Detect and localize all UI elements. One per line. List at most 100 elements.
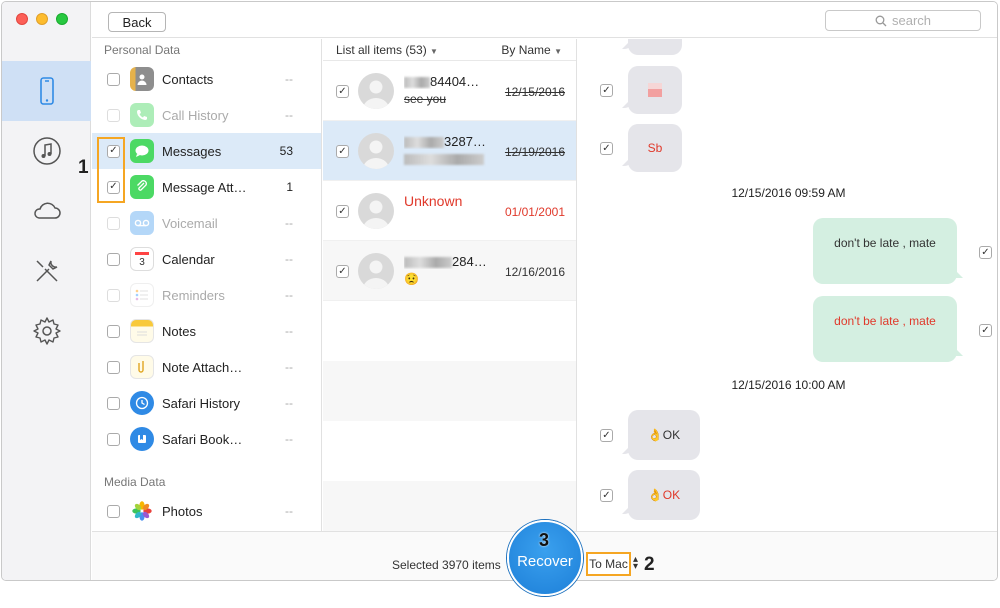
category-contacts[interactable]: Contacts -- bbox=[92, 61, 321, 97]
rail-device[interactable] bbox=[2, 61, 91, 121]
message-bubble: 👌OK bbox=[628, 470, 700, 520]
thread-title: 284… bbox=[404, 254, 499, 269]
category-count: -- bbox=[285, 216, 293, 230]
app-window: Back search Personal Data Contacts -- Ca… bbox=[1, 1, 998, 581]
thread-preview: see you bbox=[404, 92, 447, 106]
avatar bbox=[358, 73, 394, 109]
thread-title: 3287… bbox=[404, 134, 499, 149]
category-checkbox[interactable] bbox=[107, 216, 120, 230]
category-safari-history[interactable]: Safari History -- bbox=[92, 385, 321, 421]
category-count: 1 bbox=[286, 180, 293, 194]
message-bubble-outgoing: don't be late , mate bbox=[813, 296, 957, 362]
thread-checkbox[interactable]: ✓ bbox=[336, 145, 349, 158]
empty-row bbox=[323, 421, 576, 481]
message-checkbox[interactable]: ✓ bbox=[979, 246, 992, 259]
zoom-window-button[interactable] bbox=[56, 13, 68, 25]
category-label: Safari History bbox=[162, 395, 241, 411]
avatar bbox=[358, 193, 394, 229]
minimize-window-button[interactable] bbox=[36, 13, 48, 25]
category-checkbox[interactable] bbox=[107, 72, 120, 86]
callout-highlight-checkboxes bbox=[97, 137, 125, 203]
category-count: -- bbox=[285, 396, 293, 410]
message-bubble-attachment bbox=[628, 66, 682, 114]
calendar-icon: 3 bbox=[130, 247, 154, 271]
cloud-icon bbox=[33, 202, 61, 219]
category-count: -- bbox=[285, 324, 293, 338]
window-controls bbox=[16, 13, 68, 25]
message-timestamp: 12/15/2016 10:00 AM bbox=[731, 378, 846, 392]
category-calendar[interactable]: 3 Calendar -- bbox=[92, 241, 321, 277]
category-label: Note Attach… bbox=[162, 359, 243, 375]
message-list: List all items (53) ▼ By Name ▼ ✓ 84404…… bbox=[323, 39, 577, 531]
category-call-history[interactable]: Call History -- bbox=[92, 97, 321, 133]
redacted-number bbox=[404, 257, 452, 269]
conversation-view: ✓ ✓ Sb 12/15/2016 09:59 AM don't be late… bbox=[578, 39, 997, 531]
category-messages[interactable]: ✓ Messages 53 bbox=[92, 133, 321, 169]
redacted-preview bbox=[404, 154, 484, 166]
category-label: Messages bbox=[162, 143, 222, 159]
message-checkbox[interactable]: ✓ bbox=[600, 429, 613, 442]
avatar bbox=[358, 253, 394, 289]
category-count: 53 bbox=[279, 144, 293, 158]
category-checkbox[interactable] bbox=[107, 504, 120, 518]
category-message-attachments[interactable]: ✓ Message Att… 1 bbox=[92, 169, 321, 205]
callout-number-3: 3 bbox=[539, 530, 550, 550]
category-count: -- bbox=[285, 360, 293, 374]
message-checkbox[interactable]: ✓ bbox=[979, 324, 992, 337]
thread-title-text: 84404… bbox=[430, 74, 480, 89]
chevron-down-icon: ▼ bbox=[430, 46, 438, 56]
category-checkbox[interactable] bbox=[107, 324, 120, 338]
rail-tools[interactable] bbox=[2, 241, 91, 301]
thread-title-text: 3287… bbox=[444, 134, 486, 149]
category-checkbox[interactable] bbox=[107, 288, 120, 302]
safari-bookmark-icon bbox=[130, 427, 154, 451]
thread-checkbox[interactable]: ✓ bbox=[336, 205, 349, 218]
photos-icon bbox=[130, 499, 154, 523]
message-checkbox[interactable]: ✓ bbox=[600, 84, 613, 97]
category-photos[interactable]: Photos -- bbox=[92, 493, 321, 529]
message-thread-row[interactable]: ✓ 84404… see you 12/15/2016 bbox=[323, 61, 576, 121]
section-media-data: Media Data bbox=[104, 475, 166, 489]
message-checkbox[interactable]: ✓ bbox=[600, 142, 613, 155]
image-attachment-icon bbox=[648, 83, 662, 97]
destination-stepper-icon[interactable]: ▴ ▾ bbox=[633, 555, 638, 572]
category-count: -- bbox=[285, 252, 293, 266]
reminders-icon bbox=[130, 283, 154, 307]
message-checkbox[interactable]: ✓ bbox=[600, 489, 613, 502]
toolbar: Back search bbox=[92, 2, 997, 38]
back-button[interactable]: Back bbox=[108, 12, 166, 32]
rail-settings[interactable] bbox=[2, 301, 91, 361]
category-checkbox[interactable] bbox=[107, 252, 120, 266]
avatar bbox=[358, 133, 394, 169]
category-checkbox[interactable] bbox=[107, 432, 120, 446]
category-label: Message Att… bbox=[162, 179, 247, 195]
category-checkbox[interactable] bbox=[107, 360, 120, 374]
thread-title: Unknown bbox=[404, 193, 463, 209]
category-safari-bookmarks[interactable]: Safari Book… -- bbox=[92, 421, 321, 457]
category-label: Voicemail bbox=[162, 215, 218, 231]
message-thread-row[interactable]: ✓ 284… 😟 12/16/2016 bbox=[323, 241, 576, 301]
category-voicemail[interactable]: Voicemail -- bbox=[92, 205, 321, 241]
category-checkbox[interactable] bbox=[107, 108, 120, 122]
destination-select[interactable]: To Mac bbox=[586, 552, 631, 576]
search-input[interactable]: search bbox=[825, 10, 981, 31]
message-thread-row[interactable]: ✓ 3287… 12/19/2016 bbox=[323, 121, 576, 181]
message-bubble-outgoing: don't be late , mate bbox=[813, 218, 957, 284]
thread-checkbox[interactable]: ✓ bbox=[336, 265, 349, 278]
category-checkbox[interactable] bbox=[107, 396, 120, 410]
category-reminders[interactable]: Reminders -- bbox=[92, 277, 321, 313]
sort-dropdown[interactable]: By Name ▼ bbox=[501, 43, 562, 57]
callout-number-2: 2 bbox=[644, 554, 655, 575]
thread-title: 84404… bbox=[404, 74, 499, 89]
thread-preview bbox=[404, 152, 484, 166]
thread-checkbox[interactable]: ✓ bbox=[336, 85, 349, 98]
category-notes[interactable]: Notes -- bbox=[92, 313, 321, 349]
rail-icloud[interactable] bbox=[2, 181, 91, 241]
music-icon bbox=[32, 137, 61, 165]
close-window-button[interactable] bbox=[16, 13, 28, 25]
filter-dropdown[interactable]: List all items (53) ▼ bbox=[336, 43, 438, 57]
redacted-number bbox=[404, 77, 430, 89]
recover-label: Recover bbox=[517, 552, 573, 570]
category-note-attachments[interactable]: Note Attach… -- bbox=[92, 349, 321, 385]
message-thread-row[interactable]: ✓ Unknown 01/01/2001 bbox=[323, 181, 576, 241]
